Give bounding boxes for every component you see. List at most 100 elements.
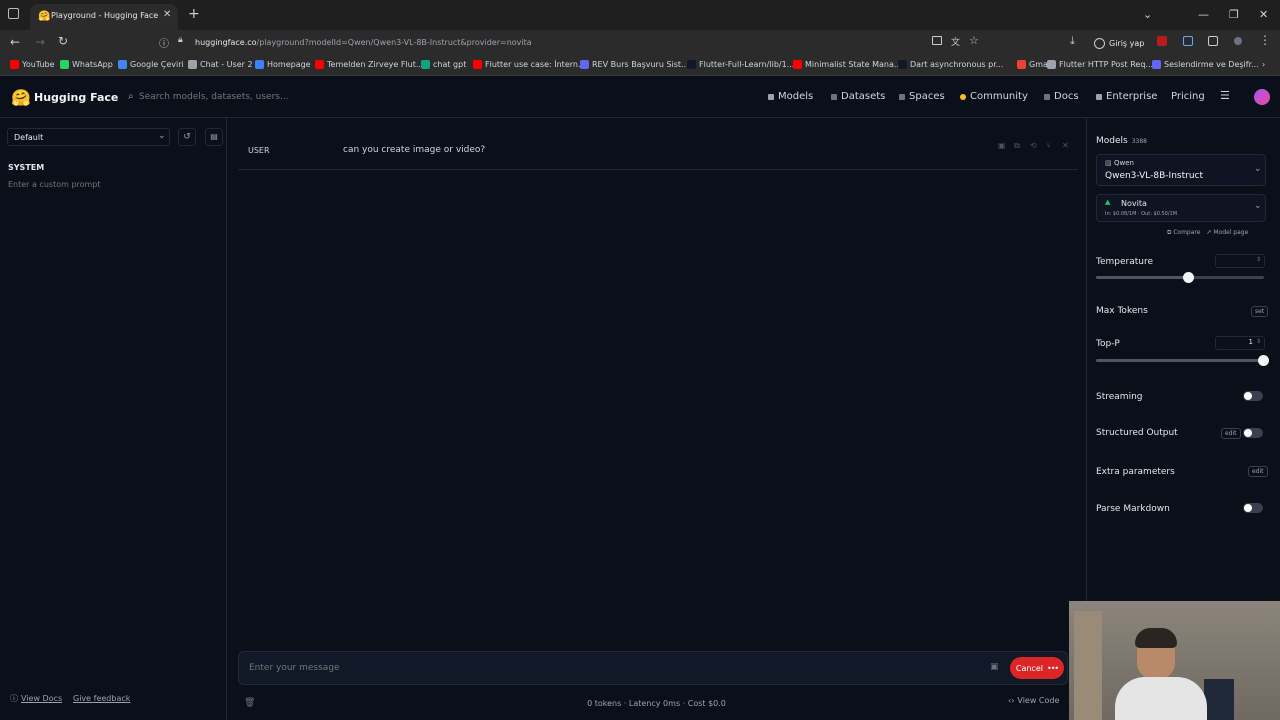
max-tokens-set-button[interactable]: set — [1251, 306, 1269, 317]
browser-tab[interactable]: 🤗 Playground - Hugging Face ✕ — [30, 4, 178, 30]
url-domain: huggingface.co — [195, 38, 257, 47]
user-avatar[interactable] — [1254, 89, 1270, 105]
model-page-link[interactable]: ↗ Model page — [1206, 229, 1248, 237]
nav-datasets[interactable]: Datasets — [831, 91, 885, 102]
reload-icon[interactable]: ↻ — [58, 34, 68, 48]
branch-icon[interactable]: ⑂ — [1046, 141, 1051, 150]
message-input[interactable] — [249, 661, 949, 675]
close-tab-icon[interactable]: ✕ — [163, 9, 171, 20]
new-tab-icon[interactable]: + — [188, 6, 200, 22]
bookmark-label: REV Burs Başvuru Sist... — [592, 60, 689, 69]
bookmark-item[interactable]: chat gpt — [421, 60, 466, 69]
extension-2-icon[interactable] — [1183, 36, 1193, 46]
copy-icon[interactable]: ⧉ — [1014, 141, 1020, 151]
download-icon[interactable]: ⤓ — [1070, 34, 1075, 48]
temperature-thumb[interactable] — [1183, 272, 1195, 283]
bookmark-star-icon[interactable]: ☆ — [969, 34, 979, 47]
bookmark-label: WhatsApp — [72, 60, 113, 69]
models-count: 3388 — [1131, 138, 1147, 145]
back-icon[interactable]: ← — [10, 35, 20, 49]
nav-models[interactable]: Models — [768, 91, 813, 102]
bookmark-item[interactable]: Dart asynchronous pr... — [898, 60, 1003, 69]
top-p-input[interactable]: 1 ⇕ — [1215, 336, 1265, 350]
bookmark-favicon-icon — [1152, 60, 1161, 69]
temperature-label: Temperature — [1096, 257, 1154, 267]
bookmark-item[interactable]: REV Burs Başvuru Sist... — [580, 60, 689, 69]
hf-search-input[interactable] — [139, 88, 379, 106]
bookmark-item[interactable]: Flutter-Full-Learn/lib/1... — [687, 60, 794, 69]
bookmark-item[interactable]: Homepage — [255, 60, 311, 69]
provider-select[interactable]: ▲ Novita In: $0.08/1M · Out: $0.50/1M ⌄ — [1096, 194, 1266, 222]
view-docs-link[interactable]: View Docs — [21, 694, 62, 703]
temperature-input[interactable]: ⇕ — [1215, 254, 1265, 268]
message-text[interactable]: can you create image or video? — [343, 145, 485, 155]
nav-community-label: Community — [970, 91, 1028, 102]
system-prompt-input[interactable] — [4, 178, 219, 238]
nav-spaces[interactable]: Spaces — [899, 91, 945, 102]
temperature-slider[interactable] — [1096, 272, 1264, 283]
delete-message-icon[interactable]: ✕ — [1062, 141, 1069, 150]
bookmark-item[interactable]: Minimalist State Mana... — [793, 60, 902, 69]
nav-docs[interactable]: Docs — [1044, 91, 1079, 102]
models-icon — [768, 93, 774, 100]
cancel-button[interactable]: Cancel ••• — [1010, 657, 1064, 679]
hf-menu-icon[interactable]: ☰ — [1220, 89, 1230, 102]
structured-output-edit-button[interactable]: edit — [1221, 428, 1241, 439]
signin-button[interactable]: Giriş yap — [1094, 34, 1144, 52]
datasets-icon — [831, 93, 837, 100]
hf-brand[interactable]: Hugging Face — [34, 91, 118, 104]
profile-avatar-icon[interactable] — [1234, 37, 1242, 45]
novita-logo-icon: ▲ — [1105, 198, 1111, 206]
compare-link[interactable]: ⧉ Compare — [1167, 229, 1200, 237]
history-icon[interactable]: ↺ — [178, 128, 196, 146]
bookmark-label: Flutter HTTP Post Req... — [1059, 60, 1154, 69]
extension-icon[interactable] — [1157, 36, 1167, 46]
close-window-icon[interactable]: ✕ — [1259, 8, 1268, 21]
bookmark-item[interactable]: Seslendirme ve Deşifr... — [1152, 60, 1259, 69]
message-image-icon[interactable]: ▣ — [998, 141, 1006, 150]
bookmark-item[interactable]: Flutter use case: İntern... — [473, 60, 586, 69]
docs-icon — [1044, 93, 1050, 100]
forward-icon[interactable]: → — [35, 35, 45, 49]
bookmark-item[interactable]: Flutter HTTP Post Req... — [1047, 60, 1153, 69]
extra-parameters-edit-button[interactable]: edit — [1248, 466, 1268, 477]
bookmark-label: Dart asynchronous pr... — [910, 60, 1004, 69]
give-feedback-link[interactable]: Give feedback — [73, 694, 130, 703]
tab-search-icon[interactable]: ⌄ — [1143, 8, 1152, 21]
parse-markdown-toggle[interactable] — [1243, 503, 1263, 513]
nav-enterprise[interactable]: Enterprise — [1096, 91, 1157, 102]
browser-menu-icon[interactable]: ⋮ — [1259, 33, 1271, 47]
bookmark-item[interactable]: Google Çeviri — [118, 60, 184, 69]
site-info-icon[interactable]: ⓘ — [159, 35, 169, 50]
install-app-icon[interactable] — [932, 36, 942, 45]
view-code-button[interactable]: ‹› View Code — [1008, 696, 1059, 705]
bookmark-item[interactable]: WhatsApp — [60, 60, 113, 69]
attach-image-icon[interactable]: ▣ — [990, 662, 999, 672]
translate-icon[interactable]: 文 — [951, 35, 960, 48]
tab-list-icon[interactable] — [8, 8, 19, 19]
bookmark-item[interactable]: Temelden Zirveye Flut... — [315, 60, 424, 69]
url-field[interactable]: huggingface.co/playground?modelId=Qwen/Q… — [195, 38, 532, 47]
nav-community[interactable]: Community — [960, 91, 1028, 102]
top-p-thumb[interactable] — [1258, 355, 1269, 366]
hf-logo-icon[interactable]: 🤗 — [11, 88, 31, 107]
compare-label: Compare — [1173, 229, 1201, 236]
bookmark-label: chat gpt — [433, 60, 467, 69]
chevron-down-icon: ⌄ — [1254, 201, 1262, 211]
message-role: USER — [248, 146, 270, 155]
nav-docs-label: Docs — [1054, 91, 1079, 102]
bookmark-item[interactable]: Chat - User 2 — [188, 60, 253, 69]
extensions-puzzle-icon[interactable] — [1208, 36, 1218, 46]
minimize-icon[interactable]: — — [1198, 8, 1209, 21]
bookmarks-overflow-icon[interactable]: › — [1262, 60, 1265, 69]
nav-pricing[interactable]: Pricing — [1171, 91, 1205, 102]
top-p-slider[interactable] — [1096, 355, 1269, 366]
regenerate-icon[interactable]: ⟲ — [1030, 141, 1037, 150]
save-preset-icon[interactable]: ▤ — [205, 128, 223, 146]
preset-select[interactable]: Default ⌄ — [7, 128, 170, 146]
streaming-toggle[interactable] — [1243, 391, 1263, 401]
maximize-icon[interactable]: ❐ — [1229, 8, 1239, 21]
bookmark-item[interactable]: YouTube — [10, 60, 55, 69]
structured-output-toggle[interactable] — [1243, 428, 1263, 438]
model-select[interactable]: ▧ Qwen Qwen3-VL-8B-Instruct ⌄ — [1096, 154, 1266, 186]
